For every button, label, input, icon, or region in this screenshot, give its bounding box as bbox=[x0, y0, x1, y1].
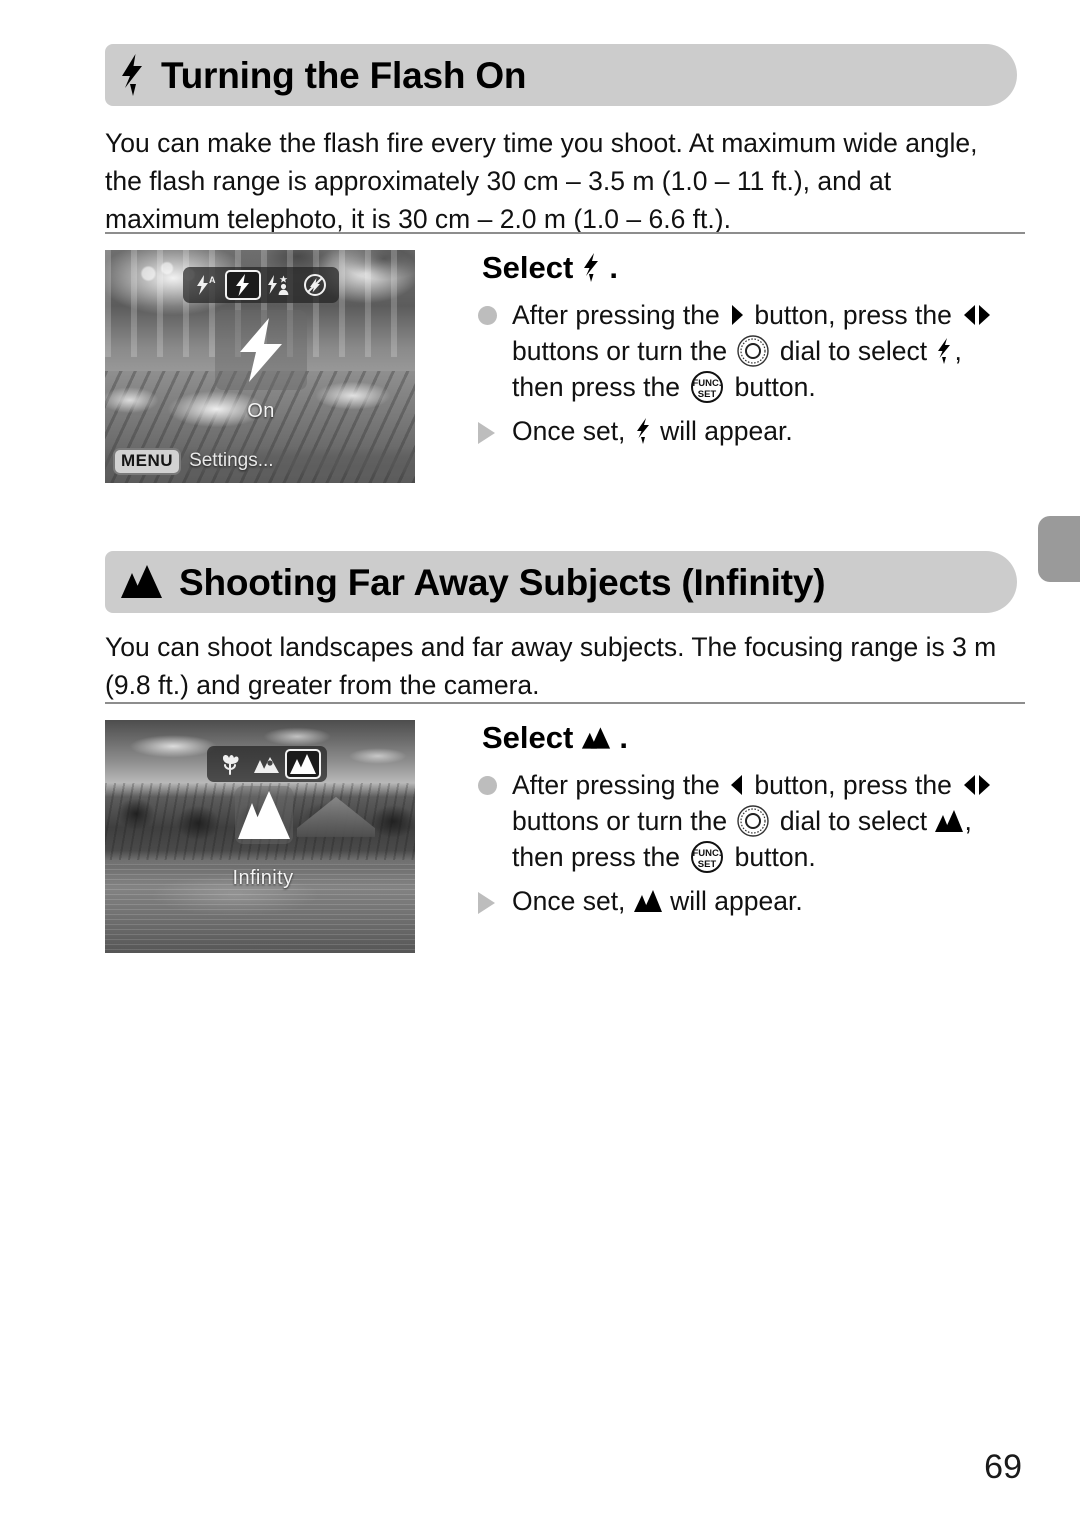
text-fragment: buttons or turn the bbox=[512, 336, 735, 366]
chapter-edge-tab bbox=[1038, 516, 1080, 582]
normal-focus-icon[interactable] bbox=[249, 749, 285, 779]
flash-mode-bar[interactable]: A bbox=[183, 267, 339, 303]
bullet-dot-text: After pressing the button, press the but… bbox=[512, 767, 995, 875]
section-title: Turning the Flash On bbox=[161, 54, 527, 96]
flash-auto-icon[interactable]: A bbox=[189, 270, 225, 300]
steps-infinity: Select . After pressing the button, pres… bbox=[478, 722, 1026, 919]
menu-hint-strip[interactable]: MENU Settings... bbox=[105, 447, 415, 475]
step-bullet-triangle: Once set, will appear. bbox=[478, 413, 1026, 449]
text-fragment: will appear. bbox=[652, 416, 793, 446]
infinity-mountains-icon[interactable] bbox=[285, 749, 321, 779]
func-set-button-icon: FUNC. SET bbox=[687, 369, 727, 405]
mountains-icon bbox=[633, 889, 663, 913]
flash-bolt-icon bbox=[633, 418, 653, 444]
flash-on-icon[interactable] bbox=[225, 270, 261, 300]
arrow-left-right-buttons-icon bbox=[959, 304, 995, 326]
svg-text:SET: SET bbox=[698, 859, 717, 870]
flash-bolt-icon bbox=[581, 253, 601, 282]
bullet-triangle-text: Once set, will appear. bbox=[512, 413, 793, 449]
section-divider bbox=[105, 232, 1025, 234]
bullet-dot-marker bbox=[478, 767, 512, 795]
flash-bolt-icon bbox=[119, 54, 145, 96]
camera-screen-infinity: Infinity bbox=[105, 720, 415, 953]
flash-off-icon[interactable] bbox=[297, 270, 333, 300]
focus-mode-bar[interactable] bbox=[207, 746, 327, 782]
arrow-left-button-icon bbox=[727, 774, 747, 796]
text-fragment: dial to select bbox=[772, 336, 935, 366]
step-title-suffix: . bbox=[609, 250, 618, 285]
svg-text:A: A bbox=[209, 275, 216, 285]
text-fragment: After pressing the bbox=[512, 300, 728, 330]
camera-screen-flash-on: A On MENU Settings... bbox=[105, 250, 415, 483]
text-fragment: dial to select bbox=[772, 806, 935, 836]
text-fragment: After pressing the bbox=[512, 770, 728, 800]
bullet-dot-text: After pressing the button, press the but… bbox=[512, 297, 995, 405]
macro-tulip-icon[interactable] bbox=[213, 749, 249, 779]
text-fragment: , bbox=[964, 806, 972, 836]
text-fragment: then press the bbox=[512, 842, 688, 872]
flash-status-label: On bbox=[247, 400, 275, 422]
bullet-triangle-marker bbox=[478, 413, 512, 444]
steps-flash-on: Select . After pressing the button, pres… bbox=[478, 252, 1026, 449]
text-fragment: will appear. bbox=[662, 886, 803, 916]
text-fragment: button, press the bbox=[747, 300, 960, 330]
flash-on-large-indicator bbox=[215, 310, 307, 390]
intro-line: (9.8 ft.) and greater from the camera. bbox=[105, 670, 540, 700]
page-number: 69 bbox=[984, 1448, 1022, 1486]
svg-text:FUNC.: FUNC. bbox=[693, 378, 722, 389]
text-fragment: Once set, bbox=[512, 886, 633, 916]
text-fragment: then press the bbox=[512, 372, 688, 402]
bullet-triangle-text: Once set, will appear. bbox=[512, 883, 803, 919]
control-dial-icon bbox=[734, 804, 772, 838]
step-bullet-dot: After pressing the button, press the but… bbox=[478, 297, 1026, 405]
focus-status-label: Infinity bbox=[232, 867, 294, 889]
arrow-left-right-buttons-icon bbox=[959, 774, 995, 796]
text-fragment: button. bbox=[727, 372, 816, 402]
mountains-icon bbox=[119, 565, 163, 599]
step-title-prefix: Select bbox=[482, 250, 574, 285]
text-fragment: , bbox=[954, 336, 962, 366]
step-title: Select . bbox=[482, 252, 1026, 283]
intro-line: the flash range is approximately 30 cm –… bbox=[105, 166, 892, 196]
flash-slow-sync-icon[interactable] bbox=[261, 270, 297, 300]
section-intro-infinity: You can shoot landscapes and far away su… bbox=[105, 628, 1025, 704]
section-banner-flash-on: Turning the Flash On bbox=[105, 44, 1017, 106]
bullet-triangle-marker bbox=[478, 883, 512, 914]
menu-hint-text: Settings... bbox=[189, 450, 274, 471]
step-bullet-dot: After pressing the button, press the but… bbox=[478, 767, 1026, 875]
step-title-suffix: . bbox=[619, 720, 628, 755]
menu-button-badge[interactable]: MENU bbox=[113, 447, 182, 475]
section-title: Shooting Far Away Subjects (Infinity) bbox=[179, 561, 826, 603]
mountains-icon bbox=[581, 725, 611, 751]
svg-text:SET: SET bbox=[698, 389, 717, 400]
manual-page: Turning the Flash On You can make the fl… bbox=[0, 0, 1080, 1521]
mountains-icon bbox=[934, 809, 964, 833]
text-fragment: Once set, bbox=[512, 416, 633, 446]
text-fragment: buttons or turn the bbox=[512, 806, 735, 836]
func-set-button-icon: FUNC. SET bbox=[687, 839, 727, 875]
svg-text:FUNC.: FUNC. bbox=[693, 848, 722, 859]
section-banner-infinity: Shooting Far Away Subjects (Infinity) bbox=[105, 551, 1017, 613]
step-title: Select . bbox=[482, 722, 1026, 753]
section-divider bbox=[105, 702, 1025, 704]
intro-line: You can make the flash fire every time y… bbox=[105, 128, 978, 158]
arrow-right-button-icon bbox=[727, 304, 747, 326]
step-bullet-triangle: Once set, will appear. bbox=[478, 883, 1026, 919]
intro-line: You can shoot landscapes and far away su… bbox=[105, 632, 997, 662]
text-fragment: button. bbox=[727, 842, 816, 872]
flash-bolt-icon bbox=[934, 338, 954, 364]
bullet-dot-marker bbox=[478, 297, 512, 325]
text-fragment: button, press the bbox=[747, 770, 960, 800]
infinity-large-indicator bbox=[235, 786, 293, 844]
step-title-prefix: Select bbox=[482, 720, 574, 755]
section-intro-flash-on: You can make the flash fire every time y… bbox=[105, 124, 1025, 238]
control-dial-icon bbox=[734, 334, 772, 368]
